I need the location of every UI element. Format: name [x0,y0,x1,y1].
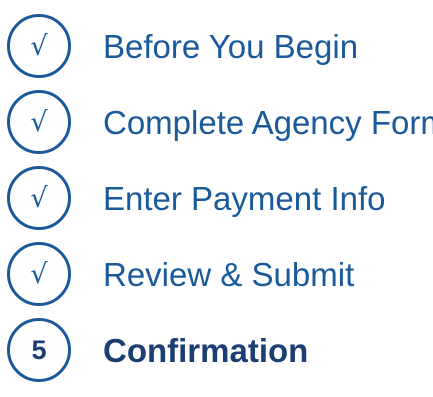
step-circle: √ [7,166,71,230]
step-circle: 5 [7,318,71,382]
step-label: Confirmation [103,331,309,369]
step-review-submit: √ Review & Submit [7,242,354,306]
step-circle: √ [7,14,71,78]
step-circle: √ [7,242,71,306]
step-label: Before You Begin [103,27,359,65]
step-label: Complete Agency Form [103,103,433,141]
step-complete-agency-form: √ Complete Agency Form [7,90,433,154]
step-circle: √ [7,90,71,154]
progress-steps: √ Before You Begin √ Complete Agency For… [0,0,433,397]
step-number: 5 [31,334,47,365]
step-label: Enter Payment Info [103,179,386,217]
check-icon: √ [30,182,48,214]
check-icon: √ [30,30,48,62]
check-icon: √ [30,106,48,138]
check-icon: √ [30,258,48,290]
step-enter-payment-info: √ Enter Payment Info [7,166,385,230]
step-before-you-begin: √ Before You Begin [7,14,358,78]
step-confirmation: 5 Confirmation [7,318,308,382]
step-label: Review & Submit [103,255,355,293]
